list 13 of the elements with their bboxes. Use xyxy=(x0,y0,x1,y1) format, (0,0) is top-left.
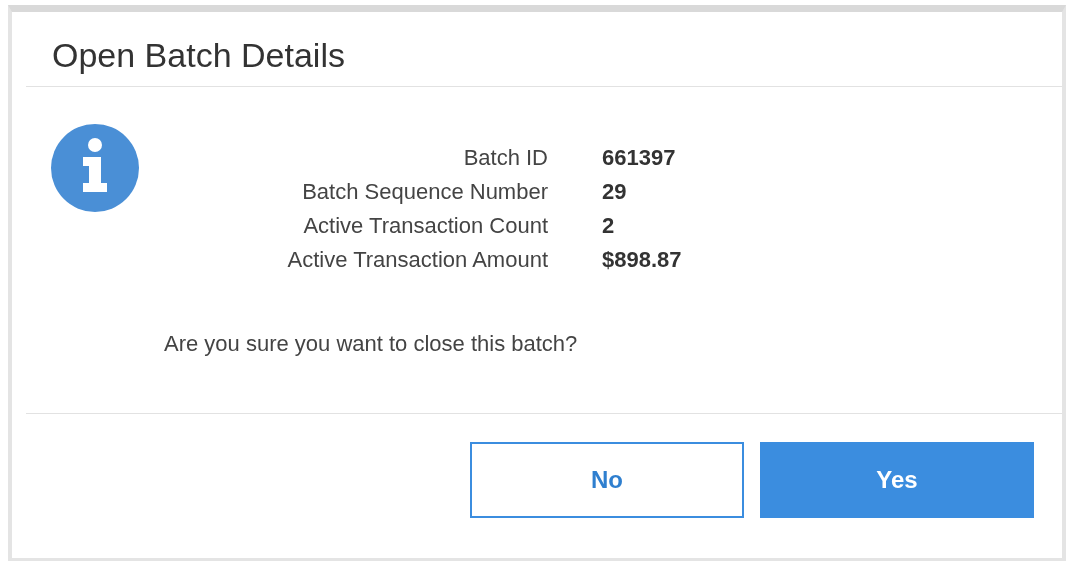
info-icon xyxy=(50,123,140,213)
detail-label: Batch Sequence Number xyxy=(301,179,548,205)
detail-label: Active Transaction Count xyxy=(302,213,548,239)
detail-label: Active Transaction Amount xyxy=(286,247,548,273)
confirm-message: Are you sure you want to close this batch? xyxy=(164,331,579,357)
detail-value: 2 xyxy=(602,213,616,239)
detail-value: $898.87 xyxy=(602,247,682,273)
detail-label: Batch ID xyxy=(462,145,548,171)
detail-value: 29 xyxy=(602,179,628,205)
dialog-title: Open Batch Details xyxy=(51,35,346,76)
confirm-button[interactable]: Yes xyxy=(760,442,1034,518)
detail-value: 661397 xyxy=(602,145,677,171)
cancel-button[interactable]: No xyxy=(470,442,744,518)
